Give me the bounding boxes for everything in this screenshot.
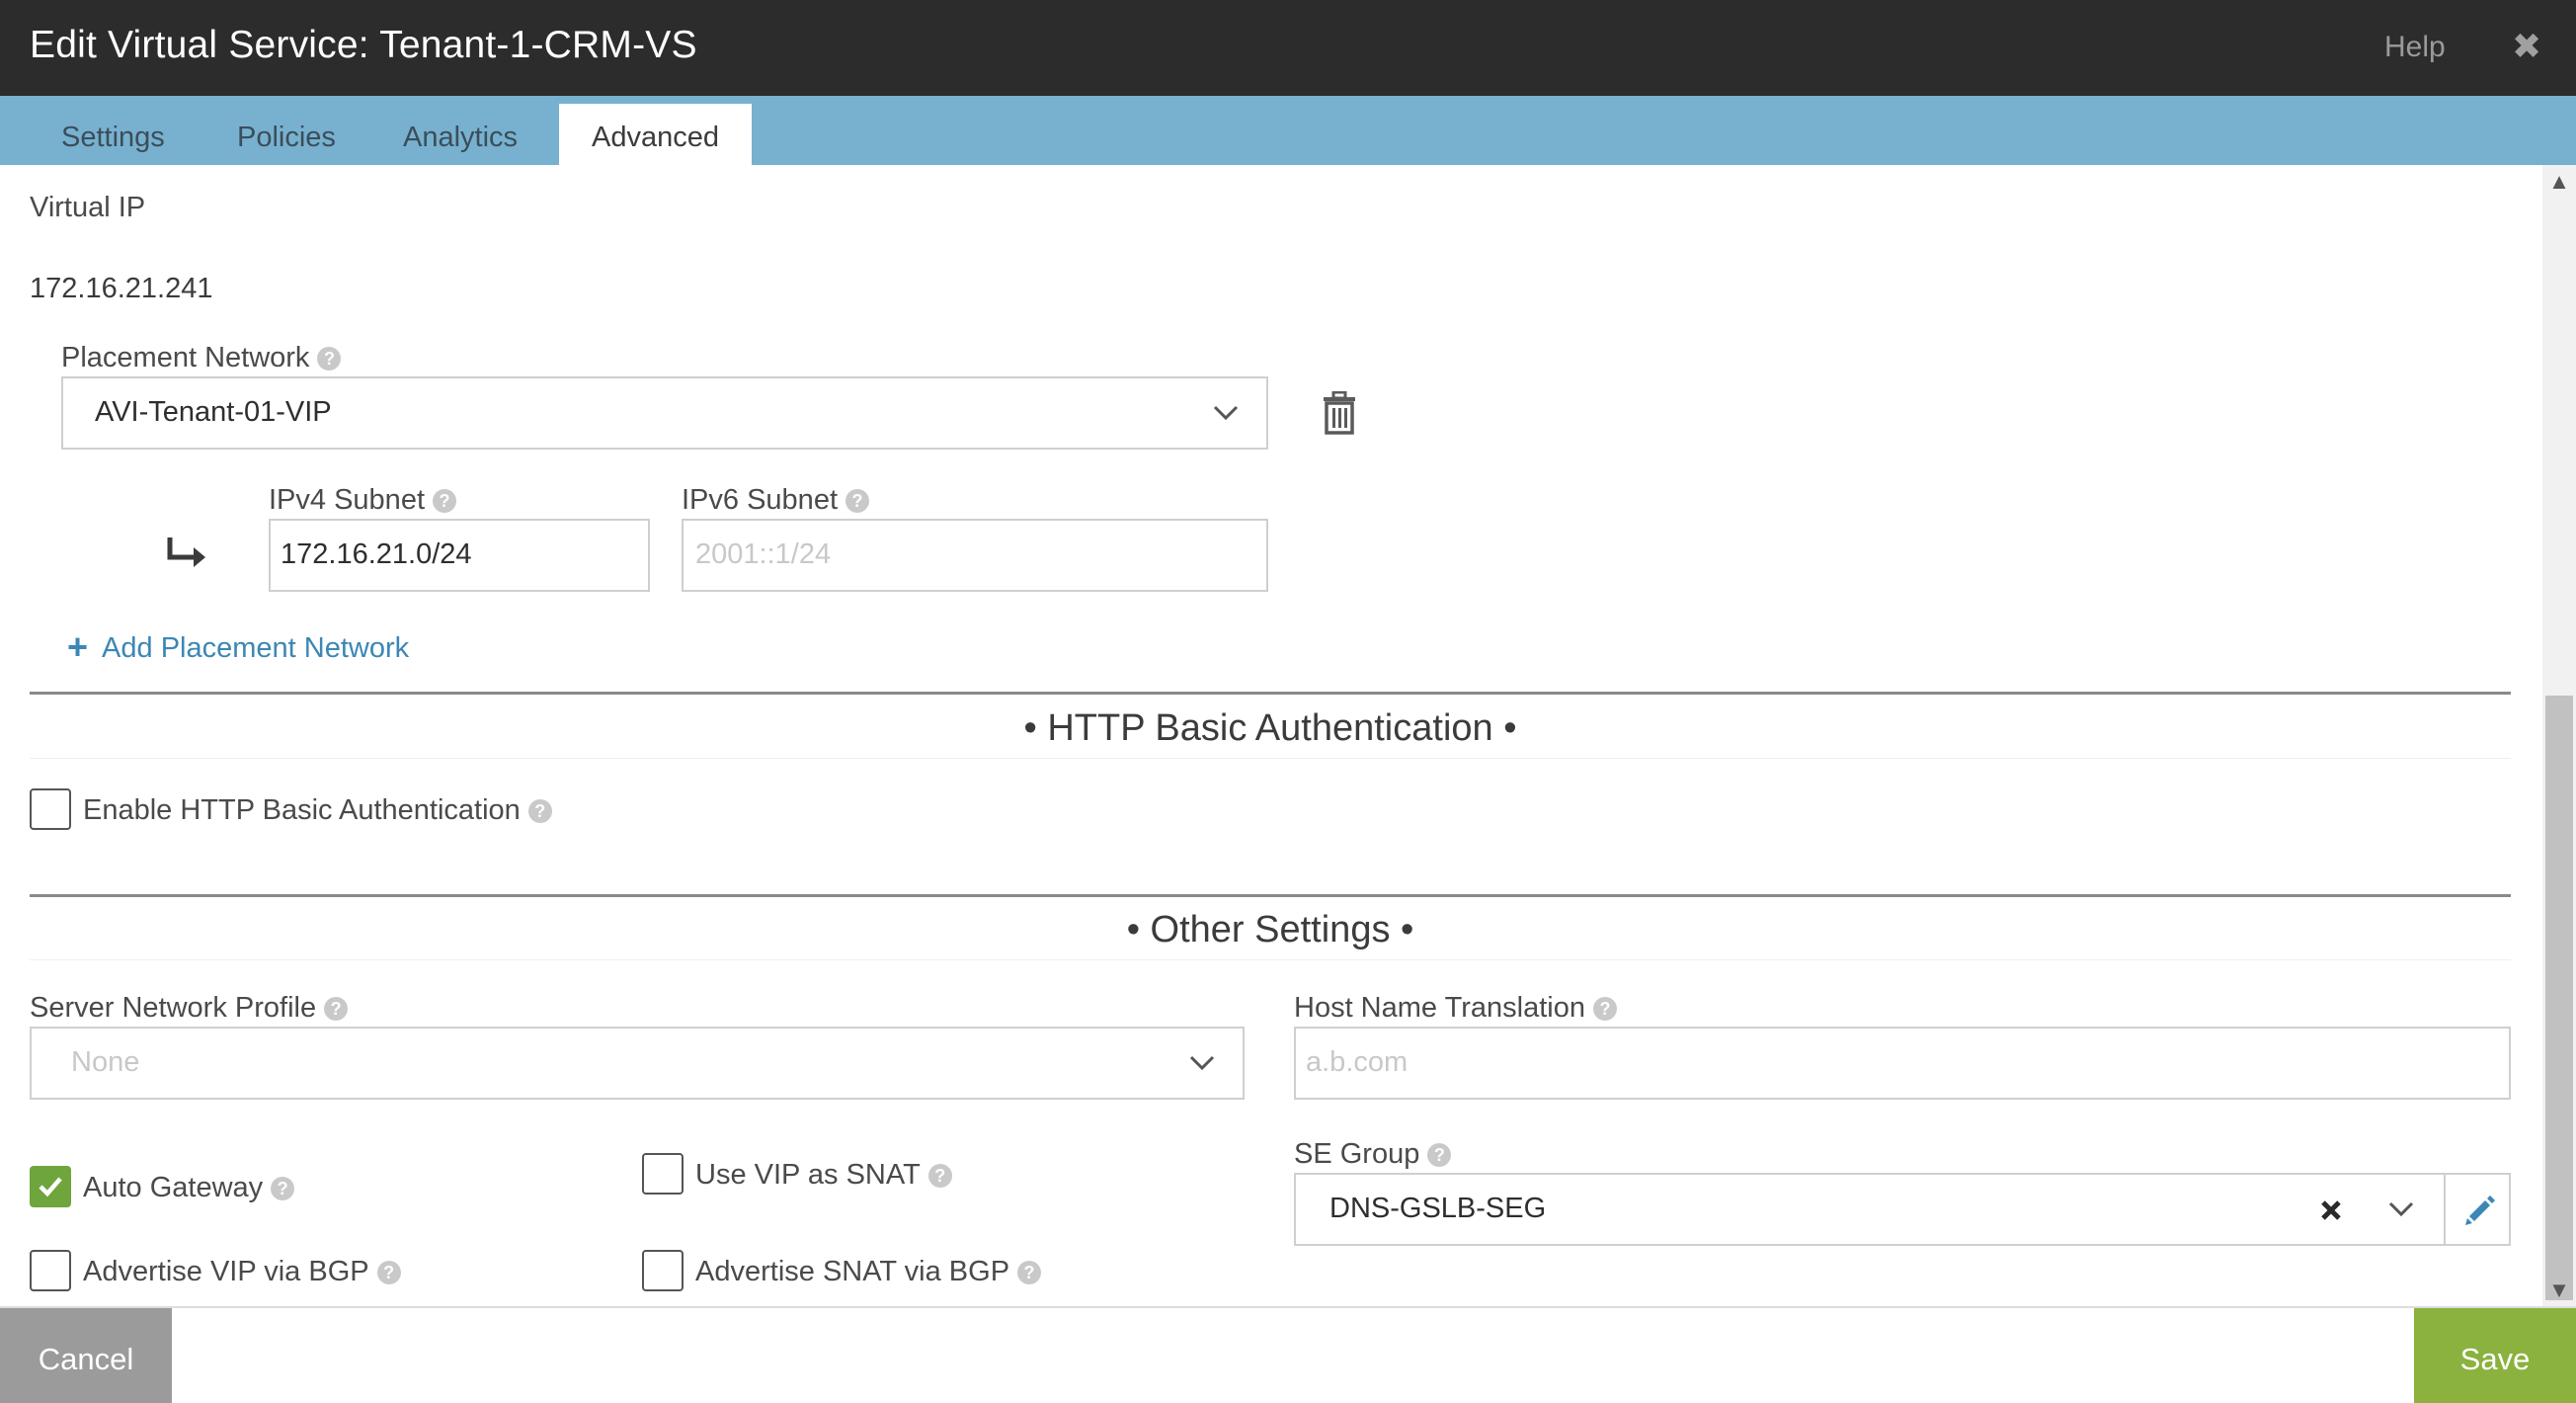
chevron-down-icon bbox=[1213, 405, 1239, 421]
enable-http-auth-checkbox[interactable] bbox=[30, 788, 71, 830]
advertise-vip-bgp-label-text: Advertise VIP via BGP bbox=[83, 1256, 369, 1287]
tab-settings[interactable]: Settings bbox=[61, 122, 165, 154]
se-group-label: SE Group? bbox=[1294, 1138, 1452, 1171]
section-divider bbox=[30, 692, 2511, 695]
trash-icon[interactable] bbox=[1322, 391, 1357, 435]
virtual-ip-label: Virtual IP bbox=[30, 192, 146, 223]
clear-icon[interactable] bbox=[2319, 1198, 2343, 1222]
ipv6-subnet-input[interactable]: 2001::1/24 bbox=[682, 519, 1268, 592]
auto-gateway-checkbox[interactable] bbox=[30, 1166, 71, 1207]
se-group-value: DNS-GSLB-SEG bbox=[1329, 1193, 1547, 1224]
advertise-snat-bgp-label: Advertise SNAT via BGP? bbox=[695, 1256, 1042, 1288]
auto-gateway-label: Auto Gateway? bbox=[83, 1172, 295, 1204]
host-name-translation-label-text: Host Name Translation bbox=[1294, 992, 1585, 1024]
help-icon[interactable]: ? bbox=[1592, 997, 1617, 1021]
plus-icon: + bbox=[67, 626, 89, 667]
tab-advanced[interactable]: Advanced bbox=[559, 104, 752, 165]
help-icon[interactable]: ? bbox=[1017, 1261, 1042, 1284]
scroll-up-icon[interactable]: ▲ bbox=[2542, 169, 2576, 195]
chevron-down-icon bbox=[1189, 1055, 1215, 1071]
divider bbox=[2444, 1175, 2446, 1244]
use-vip-as-snat-checkbox[interactable] bbox=[642, 1153, 684, 1195]
use-vip-as-snat-label: Use VIP as SNAT? bbox=[695, 1159, 952, 1192]
server-network-profile-placeholder: None bbox=[71, 1046, 140, 1078]
help-icon[interactable]: ? bbox=[845, 489, 869, 513]
server-network-profile-select[interactable]: None bbox=[30, 1027, 1245, 1100]
help-icon[interactable]: ? bbox=[317, 347, 342, 371]
server-network-profile-label: Server Network Profile? bbox=[30, 992, 349, 1025]
placement-network-value: AVI-Tenant-01-VIP bbox=[95, 396, 332, 428]
modal-footer: Cancel Save bbox=[0, 1306, 2576, 1403]
auto-gateway-label-text: Auto Gateway bbox=[83, 1172, 264, 1203]
help-icon[interactable]: ? bbox=[927, 1164, 952, 1188]
advertise-vip-bgp-checkbox[interactable] bbox=[30, 1250, 71, 1291]
host-name-translation-placeholder: a.b.com bbox=[1306, 1046, 1409, 1078]
placement-network-select[interactable]: AVI-Tenant-01-VIP bbox=[61, 376, 1268, 450]
enable-http-auth-label-text: Enable HTTP Basic Authentication bbox=[83, 794, 521, 826]
tab-bar: Settings Policies Analytics Advanced bbox=[0, 96, 2576, 165]
ipv4-subnet-input[interactable]: 172.16.21.0/24 bbox=[269, 519, 650, 592]
scroll-down-icon[interactable]: ▼ bbox=[2542, 1278, 2576, 1303]
ipv4-subnet-value: 172.16.21.0/24 bbox=[281, 538, 472, 570]
placement-network-label: Placement Network? bbox=[61, 342, 342, 374]
help-icon[interactable]: ? bbox=[1427, 1143, 1452, 1167]
host-name-translation-label: Host Name Translation? bbox=[1294, 992, 1617, 1025]
se-group-select[interactable]: DNS-GSLB-SEG bbox=[1294, 1173, 2511, 1246]
http-auth-section-title: • HTTP Basic Authentication • bbox=[30, 696, 2511, 759]
host-name-translation-input[interactable]: a.b.com bbox=[1294, 1027, 2511, 1100]
other-settings-section-title: • Other Settings • bbox=[30, 897, 2511, 960]
chevron-down-icon[interactable] bbox=[2386, 1195, 2416, 1224]
add-placement-network-label: Add Placement Network bbox=[102, 632, 410, 664]
se-group-label-text: SE Group bbox=[1294, 1138, 1420, 1170]
ipv4-subnet-label: IPv4 Subnet? bbox=[269, 484, 456, 517]
ipv6-subnet-placeholder: 2001::1/24 bbox=[695, 538, 832, 570]
edit-pencil-icon[interactable] bbox=[2463, 1193, 2497, 1226]
save-button[interactable]: Save bbox=[2414, 1308, 2576, 1403]
scrollbar-thumb[interactable] bbox=[2545, 696, 2573, 1300]
modal-title: Edit Virtual Service: Tenant-1-CRM-VS bbox=[30, 24, 697, 66]
checkmark-icon bbox=[39, 1177, 62, 1197]
advertise-snat-bgp-label-text: Advertise SNAT via BGP bbox=[695, 1256, 1010, 1287]
tab-policies[interactable]: Policies bbox=[237, 122, 336, 154]
subnet-arrow-icon bbox=[167, 537, 205, 567]
close-icon[interactable]: ✖ bbox=[2512, 26, 2541, 67]
advertise-snat-bgp-checkbox[interactable] bbox=[642, 1250, 684, 1291]
cancel-button[interactable]: Cancel bbox=[0, 1308, 172, 1403]
server-network-profile-label-text: Server Network Profile bbox=[30, 992, 317, 1024]
placement-network-label-text: Placement Network bbox=[61, 342, 310, 373]
help-icon[interactable]: ? bbox=[433, 489, 456, 513]
help-icon[interactable]: ? bbox=[324, 997, 349, 1021]
help-icon[interactable]: ? bbox=[376, 1261, 401, 1284]
tab-analytics[interactable]: Analytics bbox=[403, 122, 518, 154]
advertise-vip-bgp-label: Advertise VIP via BGP? bbox=[83, 1256, 401, 1288]
vertical-scrollbar[interactable]: ▲ ▼ bbox=[2542, 165, 2576, 1306]
enable-http-auth-label: Enable HTTP Basic Authentication? bbox=[83, 794, 552, 827]
title-bar: Edit Virtual Service: Tenant-1-CRM-VS He… bbox=[0, 0, 2576, 96]
use-vip-as-snat-label-text: Use VIP as SNAT bbox=[695, 1159, 921, 1191]
help-icon[interactable]: ? bbox=[271, 1177, 295, 1200]
help-link[interactable]: Help bbox=[2384, 31, 2446, 64]
help-icon[interactable]: ? bbox=[527, 799, 552, 823]
ipv4-subnet-label-text: IPv4 Subnet bbox=[269, 484, 425, 516]
add-placement-network-link[interactable]: + Add Placement Network bbox=[67, 626, 409, 668]
ipv6-subnet-label: IPv6 Subnet? bbox=[682, 484, 869, 517]
ipv6-subnet-label-text: IPv6 Subnet bbox=[682, 484, 838, 516]
virtual-ip-address: 172.16.21.241 bbox=[30, 273, 213, 304]
